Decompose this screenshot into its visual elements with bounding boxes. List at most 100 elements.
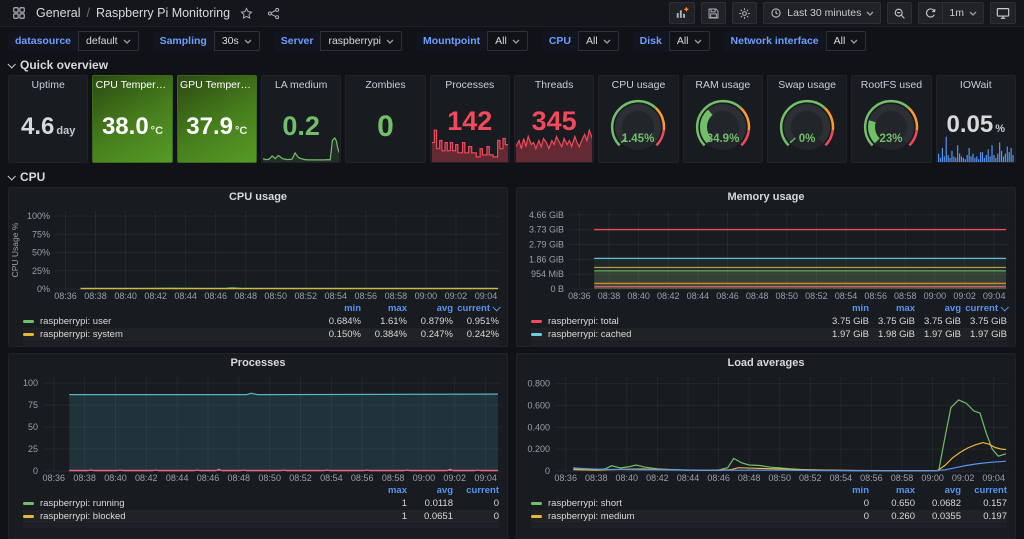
variable-value-dropdown[interactable]: All bbox=[669, 31, 710, 51]
chart-plot[interactable]: 0 B954 MiB1.86 GiB2.79 GiB3.73 GiB4.66 G… bbox=[517, 206, 1015, 302]
legend-sort-column[interactable]: min bbox=[315, 303, 361, 314]
legend-sort-column[interactable]: current bbox=[961, 485, 1007, 496]
stat-panel-title[interactable]: CPU Temperat… bbox=[96, 79, 170, 91]
variable-label: Disk bbox=[633, 31, 669, 51]
svg-text:08:38: 08:38 bbox=[73, 473, 96, 483]
series-name[interactable]: raspberrypi: running bbox=[40, 498, 125, 509]
legend-sort-column[interactable]: current bbox=[453, 303, 499, 314]
dashboard-title[interactable]: Raspberry Pi Monitoring bbox=[96, 6, 230, 20]
legend-value: 0.650 bbox=[869, 498, 915, 509]
stat-panel-title[interactable]: Processes bbox=[445, 79, 494, 91]
chart-legend: minmaxavgcurrentraspberrypi: total3.75 G… bbox=[517, 302, 1015, 346]
breadcrumb-folder[interactable]: General bbox=[36, 6, 80, 20]
series-name[interactable]: raspberrypi: user bbox=[40, 316, 111, 327]
panel-title[interactable]: Memory usage bbox=[517, 188, 1015, 206]
svg-text:08:52: 08:52 bbox=[295, 291, 318, 301]
panel-title[interactable]: Processes bbox=[9, 354, 507, 372]
svg-text:08:50: 08:50 bbox=[768, 473, 791, 483]
stat-panel-title[interactable]: RAM usage bbox=[695, 79, 750, 91]
chevron-down-icon bbox=[386, 39, 394, 44]
stat-value: 142 bbox=[447, 108, 492, 135]
series-name[interactable]: raspberrypi: medium bbox=[548, 511, 635, 522]
legend-row: raspberrypi: blocked10.06510 bbox=[23, 510, 499, 523]
svg-text:08:54: 08:54 bbox=[835, 291, 858, 301]
panel-title[interactable]: CPU usage bbox=[9, 188, 507, 206]
svg-text:08:38: 08:38 bbox=[84, 291, 107, 301]
legend-sort-column[interactable]: max bbox=[361, 485, 407, 496]
stat-panel-title[interactable]: GPU Temperat… bbox=[180, 79, 254, 91]
zoom-out-time-button[interactable] bbox=[887, 2, 912, 24]
stat-panel-title[interactable]: LA medium bbox=[275, 79, 328, 91]
chart-plot[interactable]: 00.2000.4000.6000.80008:3608:3808:4008:4… bbox=[517, 372, 1015, 484]
svg-text:08:44: 08:44 bbox=[174, 291, 197, 301]
legend-header: minmaxavgcurrent bbox=[531, 302, 1007, 315]
legend-value: 0.197 bbox=[961, 511, 1007, 522]
legend-sort-column[interactable]: current bbox=[961, 303, 1007, 314]
chart-plot[interactable]: 0%25%50%75%100%08:3608:3808:4008:4208:44… bbox=[9, 206, 507, 302]
dashboard-settings-button[interactable] bbox=[732, 2, 757, 24]
series-name[interactable]: raspberrypi: total bbox=[548, 316, 619, 327]
legend-row: raspberrypi: total3.75 GiB3.75 GiB3.75 G… bbox=[531, 315, 1007, 328]
variable-value-dropdown[interactable]: raspberrypi bbox=[320, 31, 402, 51]
stat-panel-threads: Threads 345 bbox=[514, 75, 594, 163]
legend-row: raspberrypi: short00.6500.06820.157 bbox=[531, 497, 1007, 510]
star-icon[interactable] bbox=[236, 5, 257, 22]
variable-value-dropdown[interactable]: All bbox=[826, 31, 867, 51]
legend-sort-column[interactable]: min bbox=[823, 485, 869, 496]
legend-value: 1.97 GiB bbox=[823, 329, 869, 340]
legend-sort-column[interactable]: avg bbox=[915, 303, 961, 314]
svg-text:08:52: 08:52 bbox=[289, 473, 312, 483]
legend-sort-column[interactable]: max bbox=[361, 303, 407, 314]
panel-cpu-usage: CPU usage 0%25%50%75%100%08:3608:3808:40… bbox=[8, 187, 508, 347]
stat-panel-title[interactable]: IOWait bbox=[960, 79, 992, 91]
stat-panel-title[interactable]: CPU usage bbox=[612, 79, 666, 91]
variable-value-dropdown[interactable]: default bbox=[78, 31, 139, 51]
series-name[interactable]: raspberrypi: short bbox=[548, 498, 622, 509]
legend-sort-column[interactable]: avg bbox=[407, 485, 453, 496]
chart-legend: minmaxavgcurrentraspberrypi: short00.650… bbox=[517, 484, 1015, 528]
svg-text:09:00: 09:00 bbox=[413, 473, 436, 483]
refresh-button[interactable] bbox=[918, 2, 942, 24]
svg-text:08:48: 08:48 bbox=[738, 473, 761, 483]
legend-sort-column[interactable]: avg bbox=[915, 485, 961, 496]
chart-plot[interactable]: 025507510008:3608:3808:4008:4208:4408:46… bbox=[9, 372, 507, 484]
svg-text:08:50: 08:50 bbox=[258, 473, 281, 483]
legend-sort-column[interactable]: max bbox=[869, 485, 915, 496]
variable-value-dropdown[interactable]: All bbox=[578, 31, 619, 51]
series-color-swatch bbox=[23, 333, 34, 336]
time-range-picker[interactable]: Last 30 minutes bbox=[763, 2, 881, 24]
refresh-interval-picker[interactable]: 1m bbox=[942, 2, 984, 24]
stat-panel-title[interactable]: Threads bbox=[535, 79, 574, 91]
legend-sort-column[interactable]: max bbox=[869, 303, 915, 314]
svg-text:75%: 75% bbox=[32, 229, 50, 239]
save-dashboard-button[interactable] bbox=[701, 2, 726, 24]
stat-panel-title[interactable]: Zombies bbox=[365, 79, 405, 91]
section-header-quick-overview[interactable]: Quick overview bbox=[0, 55, 1024, 75]
stat-panel-title[interactable]: Uptime bbox=[32, 79, 65, 91]
variable-value-dropdown[interactable]: All bbox=[487, 31, 528, 51]
legend-sort-column[interactable]: min bbox=[823, 303, 869, 314]
legend-sort-column[interactable]: avg bbox=[407, 303, 453, 314]
legend-value: 0.879% bbox=[407, 316, 453, 327]
chevron-down-icon bbox=[512, 39, 520, 44]
variable-value-dropdown[interactable]: 30s bbox=[214, 31, 260, 51]
gauge: 1.45% bbox=[599, 98, 677, 156]
panel-memory-usage: Memory usage 0 B954 MiB1.86 GiB2.79 GiB3… bbox=[516, 187, 1016, 347]
variable-server: Server raspberrypi bbox=[274, 31, 402, 51]
share-icon[interactable] bbox=[263, 5, 284, 22]
kiosk-mode-button[interactable] bbox=[990, 2, 1016, 24]
series-name[interactable]: raspberrypi: system bbox=[40, 329, 123, 340]
add-panel-button[interactable] bbox=[669, 2, 695, 24]
series-name[interactable]: raspberrypi: blocked bbox=[40, 511, 126, 522]
stat-panel-title[interactable]: Swap usage bbox=[778, 79, 836, 91]
section-header-cpu[interactable]: CPU bbox=[0, 167, 1024, 187]
svg-text:08:56: 08:56 bbox=[351, 473, 374, 483]
series-name[interactable]: raspberrypi: cached bbox=[548, 329, 631, 340]
legend-value: 3.75 GiB bbox=[915, 316, 961, 327]
panel-title[interactable]: Load averages bbox=[517, 354, 1015, 372]
variable-label: datasource bbox=[8, 31, 78, 51]
svg-text:08:48: 08:48 bbox=[746, 291, 769, 301]
legend-sort-column[interactable]: current bbox=[453, 485, 499, 496]
dashboards-grid-icon[interactable] bbox=[8, 4, 30, 22]
stat-panel-title[interactable]: RootFS used bbox=[861, 79, 922, 91]
